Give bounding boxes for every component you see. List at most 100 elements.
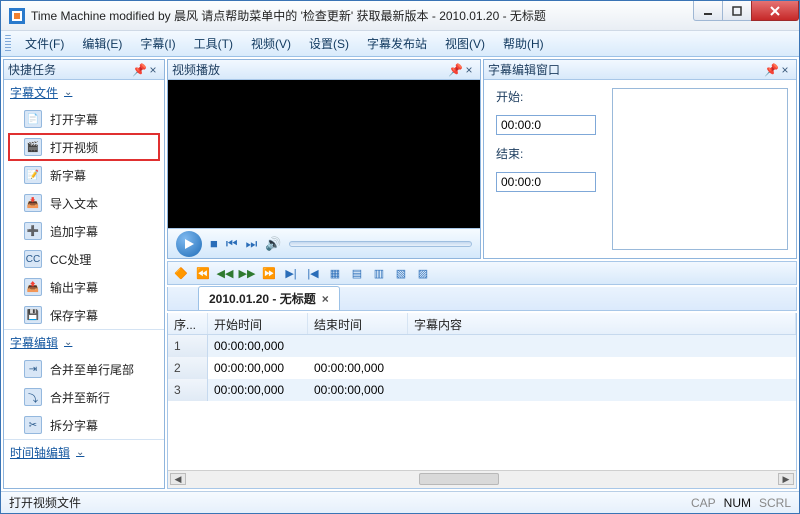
- menu-edit[interactable]: 编辑(E): [74, 32, 130, 55]
- merge-icon: ⇥: [24, 360, 42, 378]
- menu-file[interactable]: 文件(F): [17, 32, 72, 55]
- table-row[interactable]: 2 00:00:00,000 00:00:00,000: [168, 357, 796, 379]
- menu-video[interactable]: 视频(V): [243, 32, 299, 55]
- tab-close-icon[interactable]: ×: [322, 292, 329, 306]
- sidebar-item-export-subtitle[interactable]: 📤输出字幕: [4, 273, 164, 301]
- quick-tasks-header: 快捷任务 📌 ×: [4, 60, 164, 80]
- timeline-toolbar: 🔶 ⏪ ◀◀ ▶▶ ⏩ ▶| |◀ ▦ ▤ ▥ ▧ ▨: [167, 261, 797, 285]
- sidebar-item-new-subtitle[interactable]: 📝新字幕: [4, 161, 164, 189]
- forward-fast-icon[interactable]: ⏩: [260, 264, 278, 282]
- col-end[interactable]: 结束时间: [308, 313, 408, 334]
- chevron-icon: ⌄: [64, 87, 72, 98]
- start-label: 开始:: [496, 88, 523, 105]
- sidebar-item-save-subtitle[interactable]: 💾保存字幕: [4, 301, 164, 329]
- menu-subtitle[interactable]: 字幕(I): [132, 32, 183, 55]
- sidebar-item-open-subtitle[interactable]: 📄打开字幕: [4, 105, 164, 133]
- menu-help[interactable]: 帮助(H): [495, 32, 552, 55]
- sidebar-item-split[interactable]: ✂拆分字幕: [4, 411, 164, 439]
- document-tabbar: 2010.01.20 - 无标题 ×: [167, 287, 797, 311]
- pin-icon[interactable]: 📌: [132, 63, 146, 77]
- tool-icon[interactable]: 🔶: [172, 264, 190, 282]
- document-tab[interactable]: 2010.01.20 - 无标题 ×: [198, 286, 340, 310]
- tool-icon[interactable]: ▥: [370, 264, 388, 282]
- col-start[interactable]: 开始时间: [208, 313, 308, 334]
- pin-icon[interactable]: 📌: [764, 63, 778, 77]
- merge2-icon: ⤵: [24, 388, 42, 406]
- volume-icon[interactable]: 🔊: [265, 236, 281, 252]
- new-icon: 📝: [24, 166, 42, 184]
- menubar: 文件(F) 编辑(E) 字幕(I) 工具(T) 视频(V) 设置(S) 字幕发布…: [1, 31, 799, 57]
- video-controls: ■ ⏮ ⏭ 🔊: [168, 228, 480, 258]
- subtitle-edit-pane: 字幕编辑窗口 📌 × 开始: 结束:: [483, 59, 797, 259]
- end-input[interactable]: [496, 172, 596, 192]
- table-row[interactable]: 1 00:00:00,000: [168, 335, 796, 357]
- status-num: NUM: [724, 496, 751, 510]
- menu-settings[interactable]: 设置(S): [301, 32, 357, 55]
- close-pane-icon[interactable]: ×: [778, 63, 792, 77]
- end-label: 结束:: [496, 145, 523, 162]
- sidebar-item-merge-tail[interactable]: ⇥合并至单行尾部: [4, 355, 164, 383]
- sidebar-item-open-video[interactable]: 🎬打开视频: [8, 133, 160, 161]
- sidebar-item-append-subtitle[interactable]: ➕追加字幕: [4, 217, 164, 245]
- prev-button[interactable]: ⏮: [226, 236, 238, 252]
- next-button[interactable]: ⏭: [246, 236, 258, 252]
- rewind-icon[interactable]: ◀◀: [216, 264, 234, 282]
- status-hint: 打开视频文件: [9, 494, 81, 511]
- chevron-icon: ⌄: [76, 447, 84, 458]
- scroll-thumb[interactable]: [419, 473, 499, 485]
- maximize-button[interactable]: [722, 1, 752, 21]
- pin-icon[interactable]: 📌: [448, 63, 462, 77]
- video-header: 视频播放 📌 ×: [168, 60, 480, 80]
- tool-icon[interactable]: ▧: [392, 264, 410, 282]
- menu-publish[interactable]: 字幕发布站: [359, 32, 435, 55]
- rewind-fast-icon[interactable]: ⏪: [194, 264, 212, 282]
- quick-tasks-pane: 快捷任务 📌 × 字幕文件⌄ 📄打开字幕 🎬打开视频 📝新字幕 📥导入文本 ➕追…: [3, 59, 165, 489]
- table-row[interactable]: 3 00:00:00,000 00:00:00,000: [168, 379, 796, 401]
- file-icon: 📄: [24, 110, 42, 128]
- section-subtitle-file[interactable]: 字幕文件⌄: [4, 80, 164, 105]
- close-pane-icon[interactable]: ×: [146, 63, 160, 77]
- cc-icon: CC: [24, 250, 42, 268]
- menu-tools[interactable]: 工具(T): [186, 32, 241, 55]
- menubar-grip-icon: [5, 35, 11, 53]
- titlebar: Time Machine modified by 晨风 请点帮助菜单中的 '检查…: [1, 1, 799, 31]
- append-icon: ➕: [24, 222, 42, 240]
- status-scrl: SCRL: [759, 496, 791, 510]
- center-area: 视频播放 📌 × ■ ⏮ ⏭ 🔊: [167, 59, 797, 489]
- tool-icon[interactable]: ▦: [326, 264, 344, 282]
- start-input[interactable]: [496, 115, 596, 135]
- section-timeline-edit[interactable]: 时间轴编辑⌄: [4, 439, 164, 465]
- mark-out-icon[interactable]: |◀: [304, 264, 322, 282]
- tool-icon[interactable]: ▨: [414, 264, 432, 282]
- window-title: Time Machine modified by 晨风 请点帮助菜单中的 '检查…: [31, 7, 694, 24]
- menu-view[interactable]: 视图(V): [437, 32, 493, 55]
- edit-body: 开始: 结束:: [484, 80, 796, 258]
- close-button[interactable]: [751, 1, 799, 21]
- subtitle-grid: 序... 开始时间 结束时间 字幕内容 1 00:00:00,000 2 00:…: [167, 313, 797, 489]
- scroll-left-icon[interactable]: ◀: [170, 473, 186, 485]
- split-icon: ✂: [24, 416, 42, 434]
- mark-in-icon[interactable]: ▶|: [282, 264, 300, 282]
- play-button[interactable]: [176, 231, 202, 257]
- horizontal-scrollbar[interactable]: ◀ ▶: [168, 470, 796, 488]
- sidebar-item-merge-newline[interactable]: ⤵合并至新行: [4, 383, 164, 411]
- sidebar-item-cc[interactable]: CCCC处理: [4, 245, 164, 273]
- subtitle-textarea[interactable]: [612, 88, 788, 250]
- grid-body[interactable]: 1 00:00:00,000 2 00:00:00,000 00:00:00,0…: [168, 335, 796, 470]
- stop-button[interactable]: ■: [210, 236, 218, 251]
- video-canvas[interactable]: [168, 80, 480, 228]
- forward-icon[interactable]: ▶▶: [238, 264, 256, 282]
- section-subtitle-edit[interactable]: 字幕编辑⌄: [4, 329, 164, 355]
- tool-icon[interactable]: ▤: [348, 264, 366, 282]
- seek-bar[interactable]: [289, 241, 472, 247]
- sidebar-item-import-text[interactable]: 📥导入文本: [4, 189, 164, 217]
- col-content[interactable]: 字幕内容: [408, 313, 796, 334]
- video-pane: 视频播放 📌 × ■ ⏮ ⏭ 🔊: [167, 59, 481, 259]
- close-pane-icon[interactable]: ×: [462, 63, 476, 77]
- scroll-right-icon[interactable]: ▶: [778, 473, 794, 485]
- export-icon: 📤: [24, 278, 42, 296]
- video-icon: 🎬: [24, 138, 42, 156]
- minimize-button[interactable]: [693, 1, 723, 21]
- col-index[interactable]: 序...: [168, 313, 208, 334]
- quick-tasks-title: 快捷任务: [8, 61, 56, 78]
